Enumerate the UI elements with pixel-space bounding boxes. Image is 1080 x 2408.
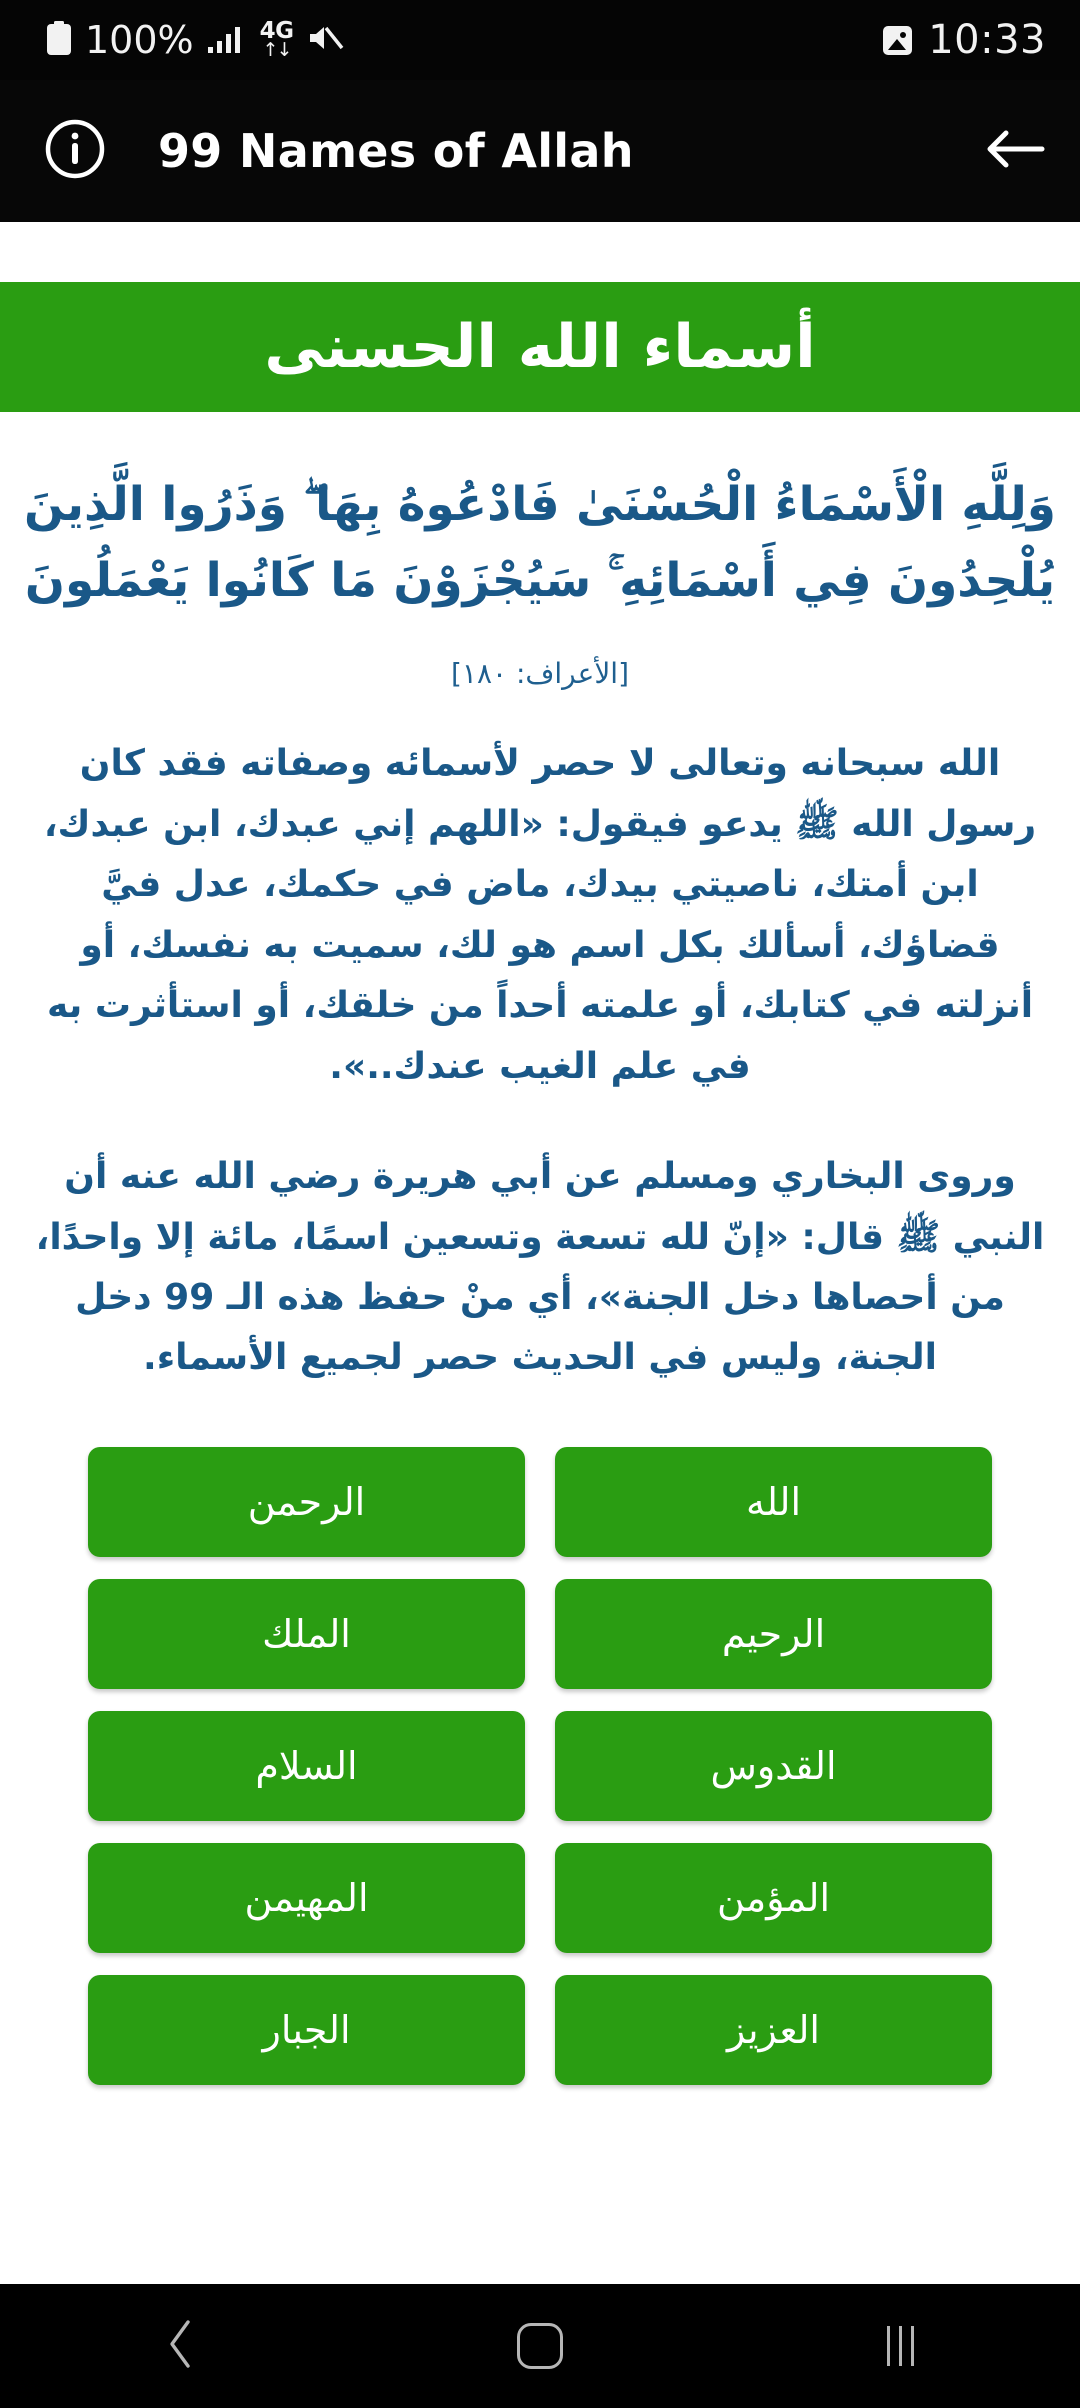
network-arrows: ↓↑ bbox=[262, 39, 293, 61]
name-button[interactable]: الجبار bbox=[88, 1974, 525, 2085]
mute-icon bbox=[307, 23, 345, 57]
recents-button[interactable] bbox=[800, 2284, 1000, 2408]
nav-back-button[interactable] bbox=[80, 2284, 280, 2408]
battery-percent-label: 100% bbox=[85, 18, 194, 62]
intro-paragraph-2: وروى البخاري ومسلم عن أبي هريرة رضي الله… bbox=[35, 1156, 1045, 1379]
status-bar-left: 10:33 bbox=[883, 17, 1046, 63]
name-button[interactable]: الرحمن bbox=[88, 1446, 525, 1557]
quran-verse: وَلِلَّهِ الْأَسْمَاءُ الْحُسْنَىٰ فَادْ… bbox=[0, 412, 1080, 619]
page-title: 99 Names of Allah bbox=[158, 124, 634, 178]
content-area: وَلِلَّهِ الْأَسْمَاءُ الْحُسْنَىٰ فَادْ… bbox=[0, 412, 1080, 2085]
page-banner: أسماء الله الحسنى bbox=[0, 282, 1080, 412]
name-button[interactable]: الملك bbox=[88, 1578, 525, 1689]
app-screen: 10:33 4G ↓↑ 100% 99 Names of Allah أسماء… bbox=[0, 0, 1080, 2408]
name-button[interactable]: المؤمن bbox=[555, 1842, 992, 1953]
system-nav-bar bbox=[0, 2284, 1080, 2408]
battery-full-icon bbox=[46, 21, 72, 59]
app-bar: 99 Names of Allah bbox=[0, 80, 1080, 222]
verse-line-1: وَلِلَّهِ الْأَسْمَاءُ الْحُسْنَىٰ فَادْ… bbox=[24, 477, 1056, 532]
name-button[interactable]: الله bbox=[555, 1446, 992, 1557]
back-arrow-icon bbox=[984, 124, 1046, 178]
status-bar-right: 4G ↓↑ 100% bbox=[46, 18, 345, 62]
name-button[interactable]: العزيز bbox=[555, 1974, 992, 2085]
network-4g-icon: 4G ↓↑ bbox=[260, 20, 294, 60]
name-button[interactable]: السلام bbox=[88, 1710, 525, 1821]
intro-paragraph-1: الله سبحانه وتعالى لا حصر لأسمائه وصفاته… bbox=[43, 743, 1037, 1087]
name-button[interactable]: الرحيم bbox=[555, 1578, 992, 1689]
recents-icon bbox=[886, 2326, 914, 2366]
home-button[interactable] bbox=[440, 2284, 640, 2408]
banner-title: أسماء الله الحسنى bbox=[264, 312, 816, 382]
info-button[interactable] bbox=[0, 118, 150, 184]
name-button[interactable]: القدوس bbox=[555, 1710, 992, 1821]
name-button[interactable]: المهيمن bbox=[88, 1842, 525, 1953]
verse-line-2: يُلْحِدُونَ فِي أَسْمَائِهِ ۚ سَيُجْزَوْ… bbox=[24, 553, 1056, 609]
verse-reference: [الأعراف: ١٨٠] bbox=[450, 657, 630, 691]
info-icon bbox=[44, 118, 106, 184]
nav-back-icon bbox=[162, 2318, 198, 2374]
status-clock: 10:33 bbox=[928, 17, 1046, 63]
image-icon bbox=[883, 25, 913, 55]
signal-bars-icon bbox=[207, 23, 247, 57]
back-button[interactable] bbox=[950, 124, 1080, 178]
status-bar: 10:33 4G ↓↑ 100% bbox=[0, 0, 1080, 80]
home-icon bbox=[517, 2323, 563, 2369]
names-grid: الله الرحمن الرحيم الملك القدوس السلام ا… bbox=[0, 1446, 1080, 2085]
